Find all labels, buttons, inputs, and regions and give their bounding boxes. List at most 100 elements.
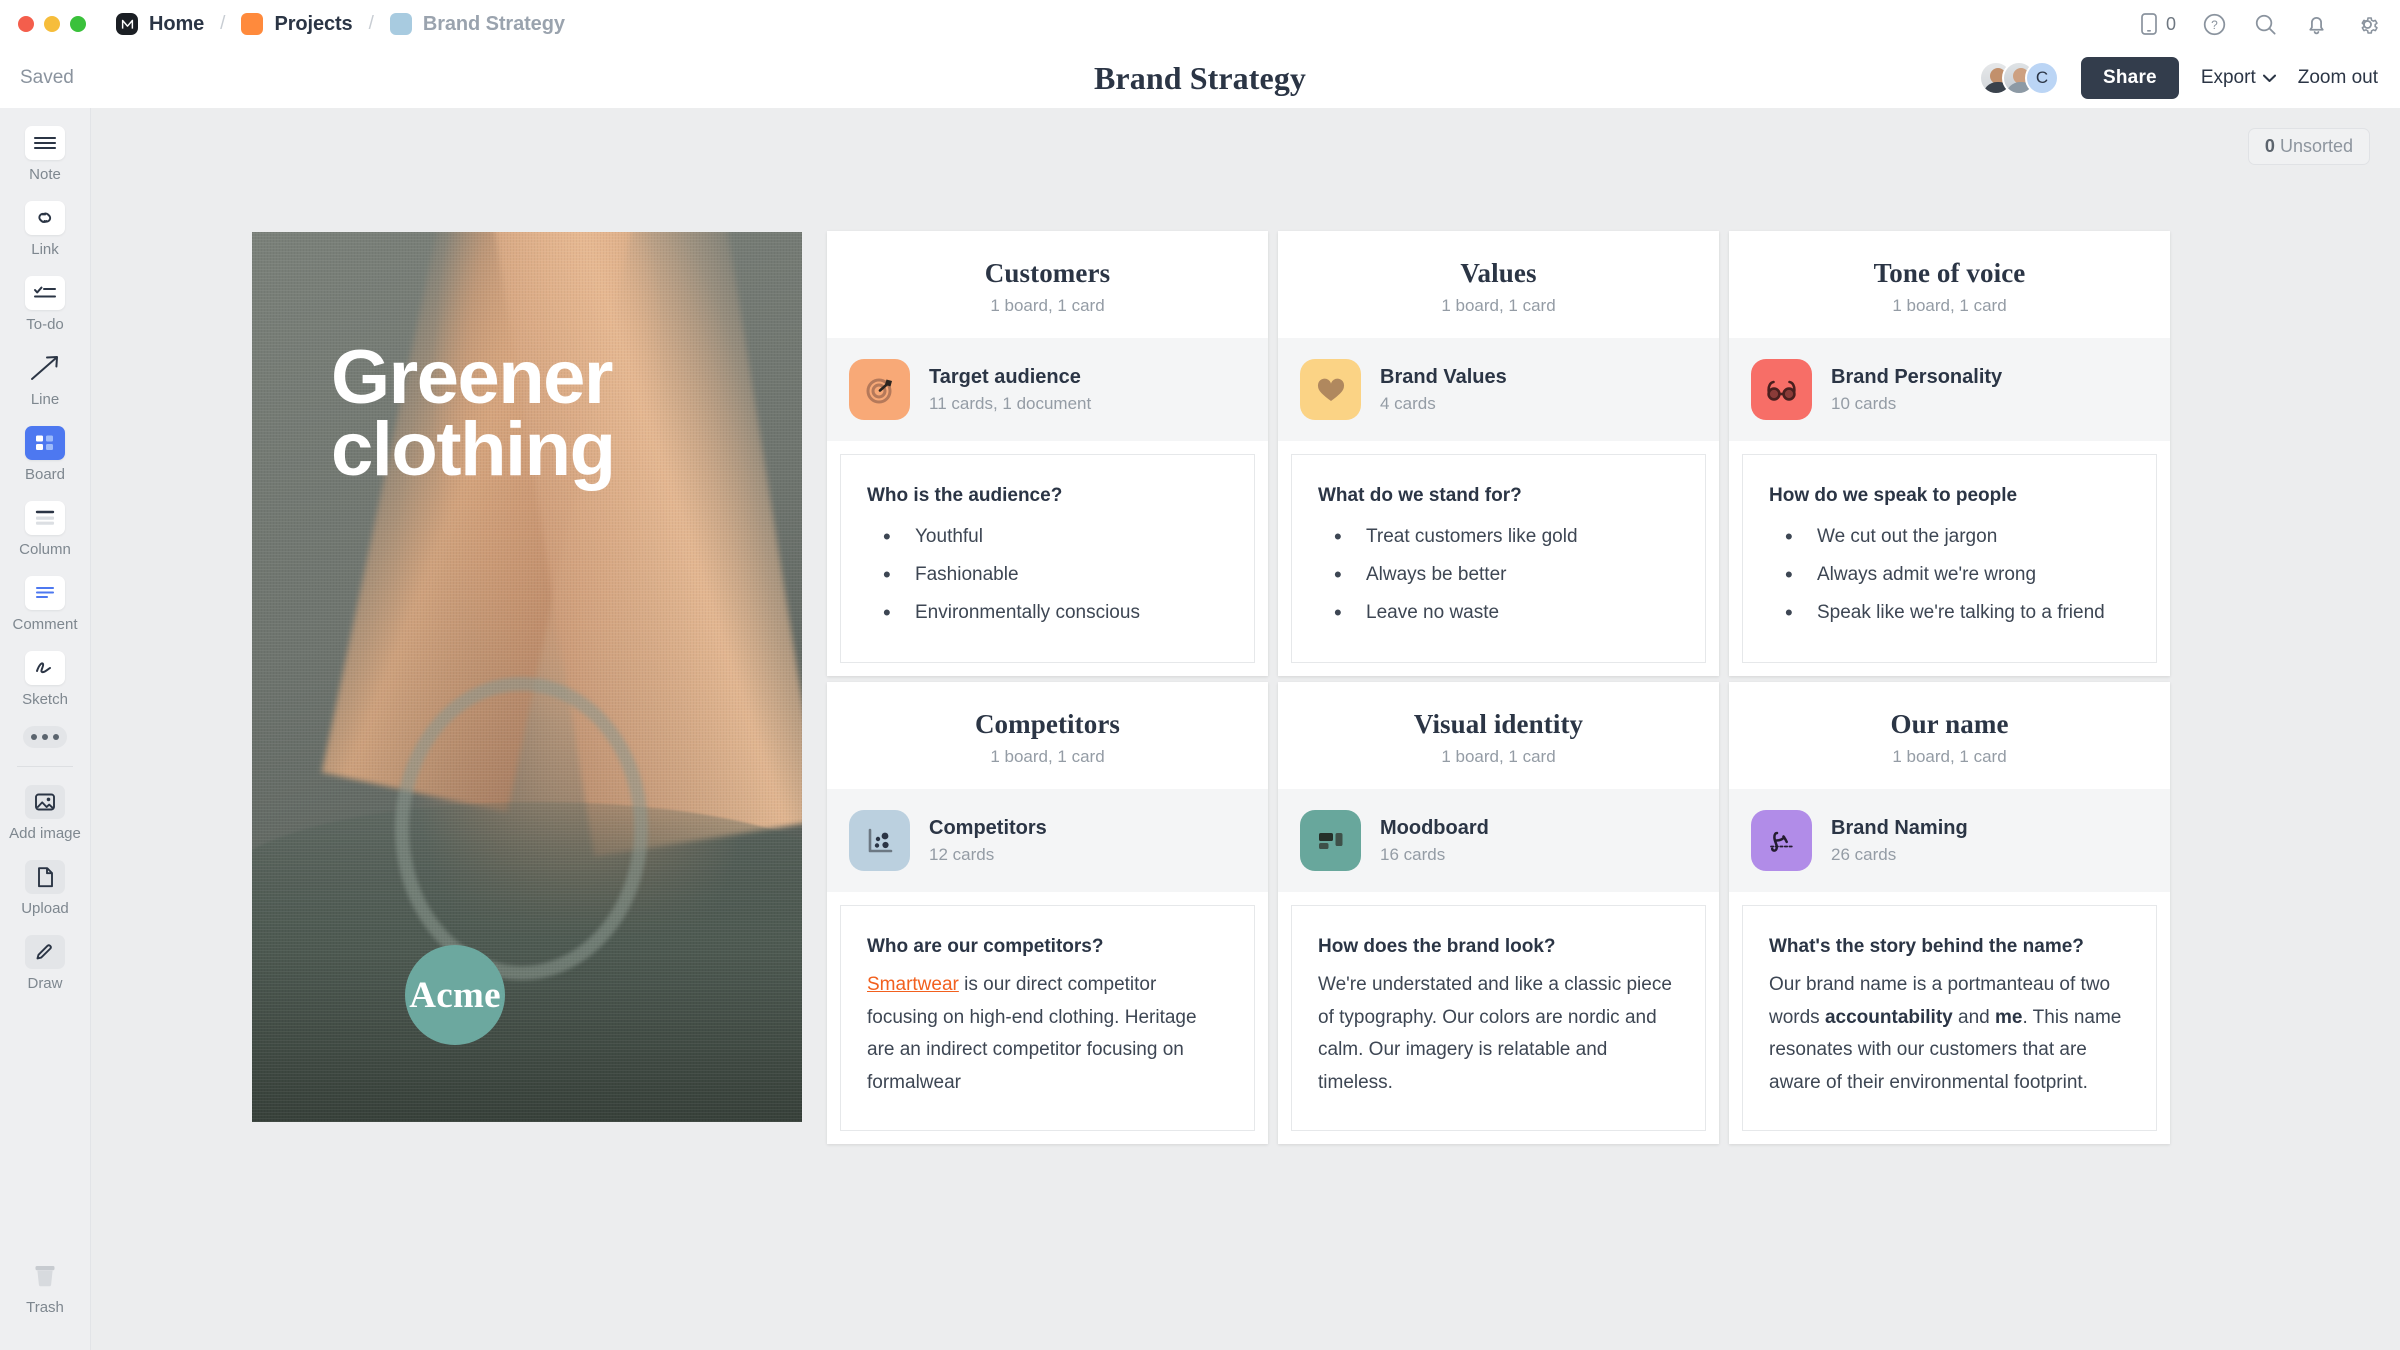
board-card-tone-of-voice[interactable]: Tone of voice 1 board, 1 card Brand Pers… (1729, 231, 2170, 676)
search-icon[interactable] (2253, 12, 2278, 37)
zoom-out-button[interactable]: Zoom out (2298, 67, 2378, 89)
board-card-customers[interactable]: Customers 1 board, 1 card Target audienc… (827, 231, 1268, 676)
collaborator-avatars[interactable]: C (1979, 61, 2059, 95)
mobile-device-button[interactable]: 0 (2139, 12, 2176, 36)
target-dartboard-icon (849, 359, 910, 420)
note-card[interactable]: Who are our competitors? Smartwear is ou… (840, 905, 1255, 1131)
board-meta: 4 cards (1380, 393, 1436, 413)
board-link-row[interactable]: Brand Naming 26 cards (1729, 789, 2170, 892)
export-button[interactable]: Export (2201, 67, 2276, 89)
board-name: Moodboard (1380, 816, 1489, 839)
close-window-button[interactable] (18, 16, 34, 32)
window-traffic-lights (0, 16, 86, 32)
glasses-icon (1751, 359, 1812, 420)
tool-more[interactable] (0, 726, 91, 748)
note-paragraph: We're understated and like a classic pie… (1318, 974, 1672, 1094)
board-link-row[interactable]: Brand Values 4 cards (1278, 338, 1719, 441)
acme-logo-badge: Acme (405, 945, 505, 1045)
line-arrow-icon (25, 351, 65, 385)
note-heading: What's the story behind the name? (1769, 936, 2084, 957)
note-list-item: Youthful (867, 518, 1228, 556)
board-meta: 10 cards (1831, 393, 1897, 413)
maximize-window-button[interactable] (70, 16, 86, 32)
competitor-link[interactable]: Smartwear (867, 974, 959, 995)
export-label: Export (2200, 67, 2256, 88)
board-name: Competitors (929, 816, 1047, 839)
note-card[interactable]: How does the brand look? We're understat… (1291, 905, 1706, 1131)
note-paragraph: Our brand name is a portmanteau of two w… (1769, 969, 2130, 1100)
add-image-icon (25, 785, 65, 819)
note-list-item: Always be better (1318, 556, 1679, 594)
note-list-item: Speak like we're talking to a friend (1769, 594, 2130, 632)
tool-column[interactable]: Column (0, 501, 91, 558)
comment-icon (25, 576, 65, 610)
board-meta: 11 cards, 1 document (929, 393, 1092, 413)
board-card-competitors[interactable]: Competitors 1 board, 1 card Competitors … (827, 682, 1268, 1144)
breadcrumb-item-brand-strategy[interactable]: Brand Strategy (389, 13, 565, 36)
card-subtitle: 1 board, 1 card (1441, 747, 1556, 766)
board-link-row[interactable]: Competitors 12 cards (827, 789, 1268, 892)
note-list-item: Always admit we're wrong (1769, 556, 2130, 594)
gear-icon[interactable] (2355, 12, 2380, 37)
column-icon (25, 501, 65, 535)
note-part-bold: me (1994, 1006, 2023, 1028)
tool-add-image-label: Add image (9, 825, 81, 842)
left-toolbar: Note Link To-do Line Board Column Commen… (0, 108, 91, 1350)
board-canvas[interactable]: 0 Unsorted Greener clothing Acme Custome… (91, 108, 2400, 1350)
title-bar: Home / Projects / Brand Strategy 0 ? (0, 0, 2400, 48)
unsorted-badge[interactable]: 0 Unsorted (2247, 128, 2370, 165)
unsorted-label: Unsorted (2279, 136, 2353, 156)
sketch-icon (25, 651, 65, 685)
tool-draw[interactable]: Draw (0, 935, 91, 992)
tool-trash[interactable]: Trash (0, 1259, 91, 1316)
tool-todo-label: To-do (26, 316, 64, 333)
note-card[interactable]: What's the story behind the name? Our br… (1742, 905, 2157, 1131)
minimize-window-button[interactable] (44, 16, 60, 32)
todo-icon (25, 276, 65, 310)
card-title: Competitors (974, 709, 1121, 739)
board-link-row[interactable]: Brand Personality 10 cards (1729, 338, 2170, 441)
breadcrumb-item-projects[interactable]: Projects (241, 13, 353, 36)
card-title: Visual identity (1413, 709, 1584, 739)
card-title: Customers (984, 258, 1111, 288)
tool-comment[interactable]: Comment (0, 576, 91, 633)
note-list-item: Environmentally conscious (867, 594, 1228, 632)
hero-image-card[interactable]: Greener clothing Acme (252, 232, 802, 1122)
board-link-row[interactable]: Target audience 11 cards, 1 document (827, 338, 1268, 441)
trash-icon (25, 1259, 65, 1293)
note-card[interactable]: What do we stand for? Treat customers li… (1291, 454, 1706, 663)
tool-line[interactable]: Line (0, 351, 91, 408)
breadcrumb-item-home[interactable]: Home (116, 13, 204, 36)
note-list-item: Fashionable (867, 556, 1228, 594)
note-list-item: Leave no waste (1318, 594, 1679, 632)
note-card[interactable]: How do we speak to people We cut out the… (1742, 454, 2157, 663)
board-card-visual-identity[interactable]: Visual identity 1 board, 1 card Moodboar… (1278, 682, 1719, 1144)
tool-link[interactable]: Link (0, 201, 91, 258)
document-toolbar: Saved Brand Strategy C Share Export Zoom… (0, 48, 2400, 108)
tool-add-image[interactable]: Add image (0, 785, 91, 842)
help-circle-icon[interactable]: ? (2202, 12, 2227, 37)
board-card-values[interactable]: Values 1 board, 1 card Brand Values 4 ca… (1278, 231, 1719, 676)
bell-icon[interactable] (2304, 12, 2329, 37)
svg-text:?: ? (2211, 18, 2218, 32)
card-title: Our name (1890, 709, 2009, 739)
avatar-user-3[interactable]: C (2025, 61, 2059, 95)
tool-column-label: Column (19, 541, 71, 558)
board-meta: 16 cards (1380, 844, 1446, 864)
share-button[interactable]: Share (2081, 57, 2179, 99)
tool-sketch[interactable]: Sketch (0, 651, 91, 708)
board-link-row[interactable]: Moodboard 16 cards (1278, 789, 1719, 892)
tool-upload[interactable]: Upload (0, 860, 91, 917)
draw-pencil-icon (25, 935, 65, 969)
tool-board[interactable]: Board (0, 426, 91, 483)
tool-todo[interactable]: To-do (0, 276, 91, 333)
card-title: Tone of voice (1873, 258, 2026, 288)
hero-headline: Greener clothing (331, 339, 761, 487)
tool-note-label: Note (29, 166, 61, 183)
mobile-device-icon (2141, 13, 2157, 35)
tool-note[interactable]: Note (0, 126, 91, 183)
board-icon (25, 426, 65, 460)
note-card[interactable]: Who is the audience? Youthful Fashionabl… (840, 454, 1255, 663)
board-card-our-name[interactable]: Our name 1 board, 1 card Brand Naming 26… (1729, 682, 2170, 1144)
breadcrumb-separator-1: / (220, 13, 226, 34)
